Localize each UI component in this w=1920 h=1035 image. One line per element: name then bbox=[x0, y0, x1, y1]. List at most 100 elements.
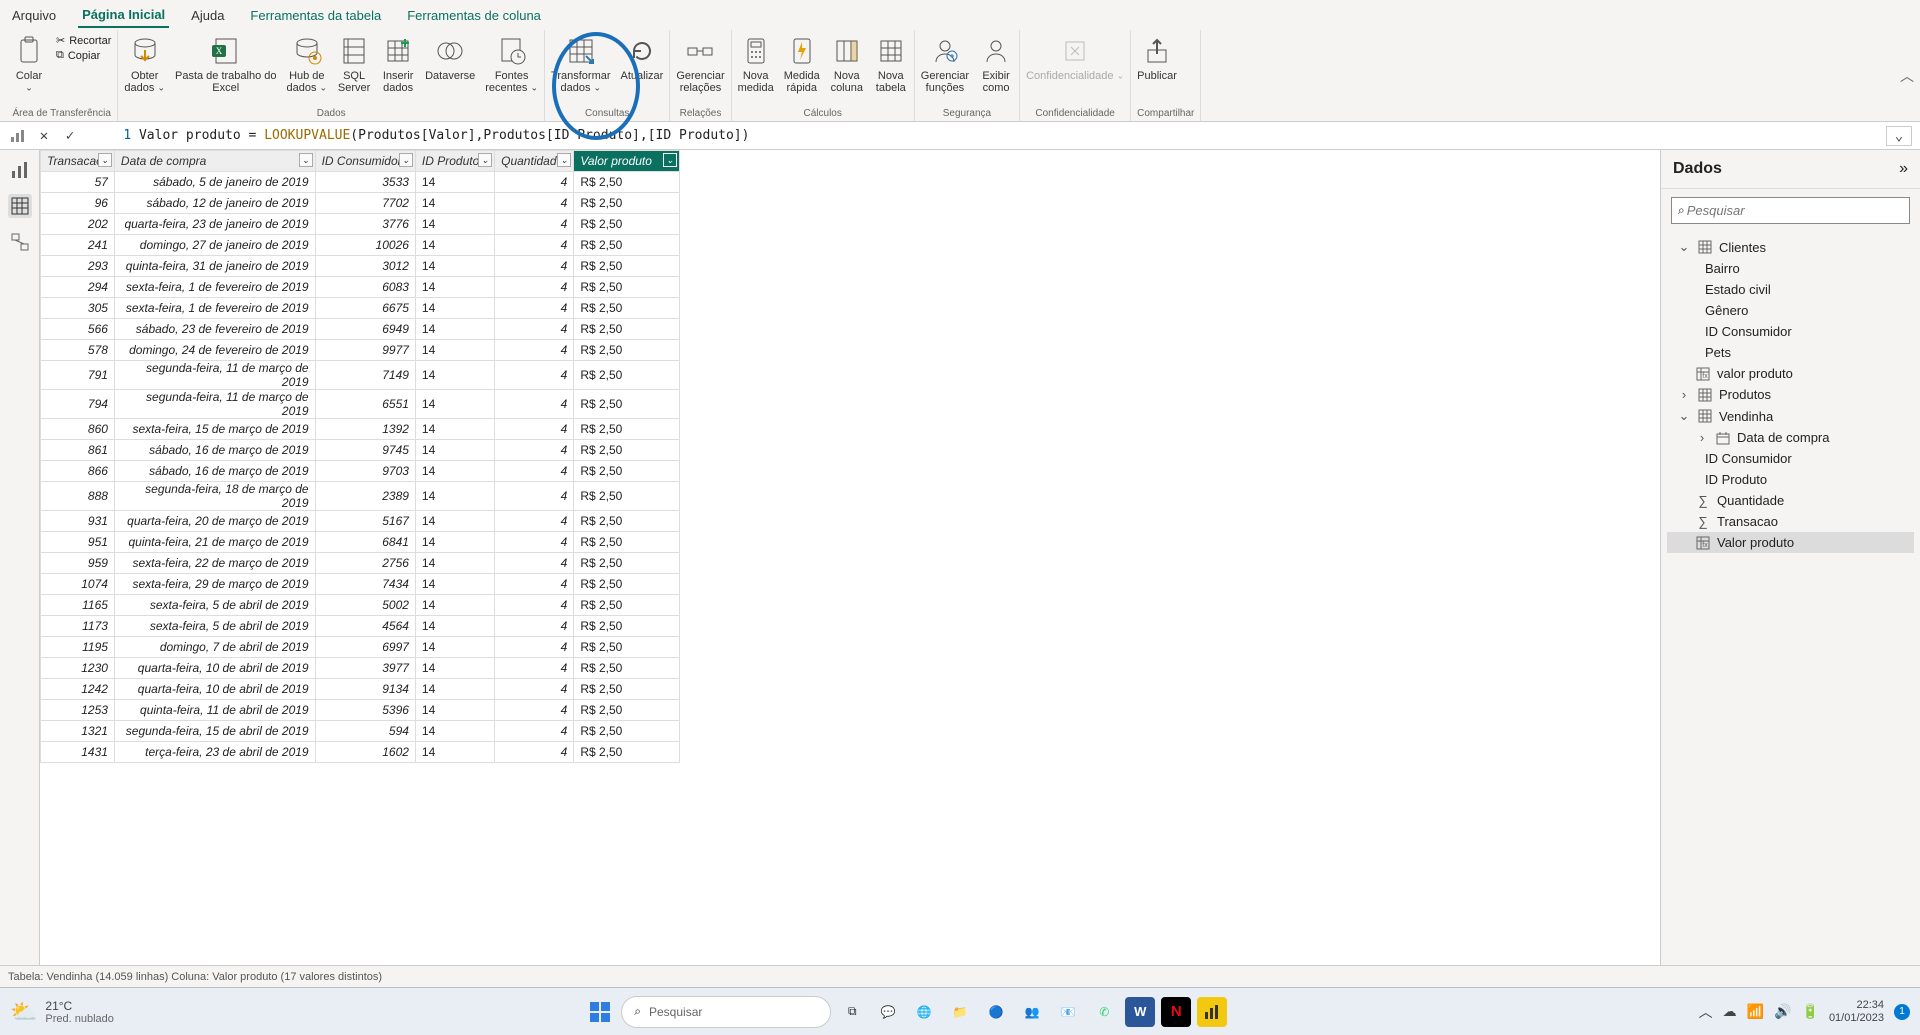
taskbar-clock[interactable]: 22:34 01/01/2023 bbox=[1829, 999, 1884, 1025]
cell[interactable]: 14 bbox=[415, 595, 494, 616]
cell[interactable]: 14 bbox=[415, 319, 494, 340]
cell[interactable]: R$ 2,50 bbox=[574, 193, 680, 214]
cell[interactable]: R$ 2,50 bbox=[574, 700, 680, 721]
cell[interactable]: terça-feira, 23 de abril de 2019 bbox=[114, 742, 315, 763]
cell[interactable]: domingo, 24 de fevereiro de 2019 bbox=[114, 340, 315, 361]
cell[interactable]: R$ 2,50 bbox=[574, 658, 680, 679]
cell[interactable]: sexta-feira, 1 de fevereiro de 2019 bbox=[114, 277, 315, 298]
cell[interactable]: 4 bbox=[495, 461, 574, 482]
cell[interactable]: 7434 bbox=[315, 574, 415, 595]
cell[interactable]: 6083 bbox=[315, 277, 415, 298]
cell[interactable]: 4 bbox=[495, 361, 574, 390]
cell[interactable]: 566 bbox=[41, 319, 115, 340]
cell[interactable]: 241 bbox=[41, 235, 115, 256]
cell[interactable]: 4 bbox=[495, 214, 574, 235]
cell[interactable]: 578 bbox=[41, 340, 115, 361]
cell[interactable]: 7149 bbox=[315, 361, 415, 390]
field-estado-civil[interactable]: Estado civil bbox=[1667, 279, 1914, 300]
table-row[interactable]: 1431terça-feira, 23 de abril de 20191602… bbox=[41, 742, 680, 763]
taskview-icon[interactable]: ⧉ bbox=[837, 997, 867, 1027]
cell[interactable]: 1242 bbox=[41, 679, 115, 700]
cell[interactable]: 14 bbox=[415, 214, 494, 235]
exibir-button[interactable]: Exibircomo bbox=[979, 34, 1013, 94]
cell[interactable]: 4 bbox=[495, 637, 574, 658]
field-produtos[interactable]: ›Produtos bbox=[1667, 384, 1914, 405]
cell[interactable]: 14 bbox=[415, 419, 494, 440]
nova-button[interactable]: Novatabela bbox=[874, 34, 908, 94]
table-row[interactable]: 566sábado, 23 de fevereiro de 2019694914… bbox=[41, 319, 680, 340]
cell[interactable]: 9703 bbox=[315, 461, 415, 482]
cell[interactable]: 4 bbox=[495, 193, 574, 214]
cell[interactable]: 4 bbox=[495, 616, 574, 637]
field-valor-produto[interactable]: fxValor produto bbox=[1667, 532, 1914, 553]
cell[interactable]: segunda-feira, 15 de abril de 2019 bbox=[114, 721, 315, 742]
cell[interactable]: 1230 bbox=[41, 658, 115, 679]
field-transacao[interactable]: ∑Transacao bbox=[1667, 511, 1914, 532]
filter-dropdown-icon[interactable]: ⌄ bbox=[663, 153, 677, 167]
cell[interactable]: 294 bbox=[41, 277, 115, 298]
cell[interactable]: 14 bbox=[415, 637, 494, 658]
field-quantidade[interactable]: ∑Quantidade bbox=[1667, 490, 1914, 511]
whatsapp-icon[interactable]: ✆ bbox=[1089, 997, 1119, 1027]
obter-button[interactable]: Obterdados ⌄ bbox=[124, 34, 165, 94]
taskbar-weather[interactable]: ⛅ 21°C Pred. nublado bbox=[10, 999, 114, 1025]
cell[interactable]: domingo, 7 de abril de 2019 bbox=[114, 637, 315, 658]
cell[interactable]: 4 bbox=[495, 298, 574, 319]
taskbar-search[interactable]: ⌕ Pesquisar bbox=[621, 996, 831, 1028]
table-row[interactable]: 241domingo, 27 de janeiro de 20191002614… bbox=[41, 235, 680, 256]
cell[interactable]: 4 bbox=[495, 679, 574, 700]
cell[interactable]: 14 bbox=[415, 553, 494, 574]
cell[interactable]: R$ 2,50 bbox=[574, 482, 680, 511]
cell[interactable]: R$ 2,50 bbox=[574, 340, 680, 361]
cell[interactable]: R$ 2,50 bbox=[574, 277, 680, 298]
field-clientes[interactable]: ⌄Clientes bbox=[1667, 236, 1914, 258]
cell[interactable]: 6949 bbox=[315, 319, 415, 340]
cell[interactable]: R$ 2,50 bbox=[574, 461, 680, 482]
cell[interactable]: R$ 2,50 bbox=[574, 553, 680, 574]
cell[interactable]: R$ 2,50 bbox=[574, 440, 680, 461]
cell[interactable]: 4 bbox=[495, 658, 574, 679]
cell[interactable]: 860 bbox=[41, 419, 115, 440]
col-header-id-consumidor[interactable]: ID Consumidor⌄ bbox=[315, 151, 415, 172]
col-header-valor-produto[interactable]: Valor produto⌄ bbox=[574, 151, 680, 172]
nova-button[interactable]: Novacoluna bbox=[830, 34, 864, 94]
table-row[interactable]: 294sexta-feira, 1 de fevereiro de 201960… bbox=[41, 277, 680, 298]
cell[interactable]: 1321 bbox=[41, 721, 115, 742]
cell[interactable]: 4 bbox=[495, 574, 574, 595]
col-header-quantidade[interactable]: Quantidade⌄ bbox=[495, 151, 574, 172]
cell[interactable]: sexta-feira, 22 de março de 2019 bbox=[114, 553, 315, 574]
field-data-de-compra[interactable]: ›Data de compra bbox=[1667, 427, 1914, 448]
cell[interactable]: sexta-feira, 5 de abril de 2019 bbox=[114, 595, 315, 616]
cell[interactable]: 14 bbox=[415, 532, 494, 553]
cell[interactable]: sábado, 16 de março de 2019 bbox=[114, 461, 315, 482]
cell[interactable]: R$ 2,50 bbox=[574, 511, 680, 532]
table-row[interactable]: 860sexta-feira, 15 de março de 201913921… bbox=[41, 419, 680, 440]
table-row[interactable]: 202quarta-feira, 23 de janeiro de 201937… bbox=[41, 214, 680, 235]
transformar-button[interactable]: Transformardados ⌄ bbox=[551, 34, 611, 94]
outlook-icon[interactable]: 📧 bbox=[1053, 997, 1083, 1027]
cell[interactable]: 14 bbox=[415, 193, 494, 214]
cell[interactable]: 14 bbox=[415, 616, 494, 637]
cell[interactable]: 1253 bbox=[41, 700, 115, 721]
data-view-icon[interactable] bbox=[8, 194, 32, 218]
cell[interactable]: 1165 bbox=[41, 595, 115, 616]
cell[interactable]: sábado, 12 de janeiro de 2019 bbox=[114, 193, 315, 214]
cell[interactable]: quinta-feira, 31 de janeiro de 2019 bbox=[114, 256, 315, 277]
cell[interactable]: 14 bbox=[415, 361, 494, 390]
cell[interactable]: 6551 bbox=[315, 390, 415, 419]
cell[interactable]: 14 bbox=[415, 461, 494, 482]
cell[interactable]: 2389 bbox=[315, 482, 415, 511]
cell[interactable]: 1431 bbox=[41, 742, 115, 763]
cell[interactable]: 959 bbox=[41, 553, 115, 574]
field-vendinha[interactable]: ⌄Vendinha bbox=[1667, 405, 1914, 427]
cell[interactable]: 1602 bbox=[315, 742, 415, 763]
cell[interactable]: 4 bbox=[495, 440, 574, 461]
cell[interactable]: 861 bbox=[41, 440, 115, 461]
menu-página-inicial[interactable]: Página Inicial bbox=[78, 3, 169, 28]
cell[interactable]: 6841 bbox=[315, 532, 415, 553]
cell[interactable]: 794 bbox=[41, 390, 115, 419]
cell[interactable]: 14 bbox=[415, 511, 494, 532]
cell[interactable]: 4 bbox=[495, 721, 574, 742]
formula-commit[interactable]: ✓ bbox=[60, 126, 80, 146]
filter-dropdown-icon[interactable]: ⌄ bbox=[299, 153, 313, 167]
